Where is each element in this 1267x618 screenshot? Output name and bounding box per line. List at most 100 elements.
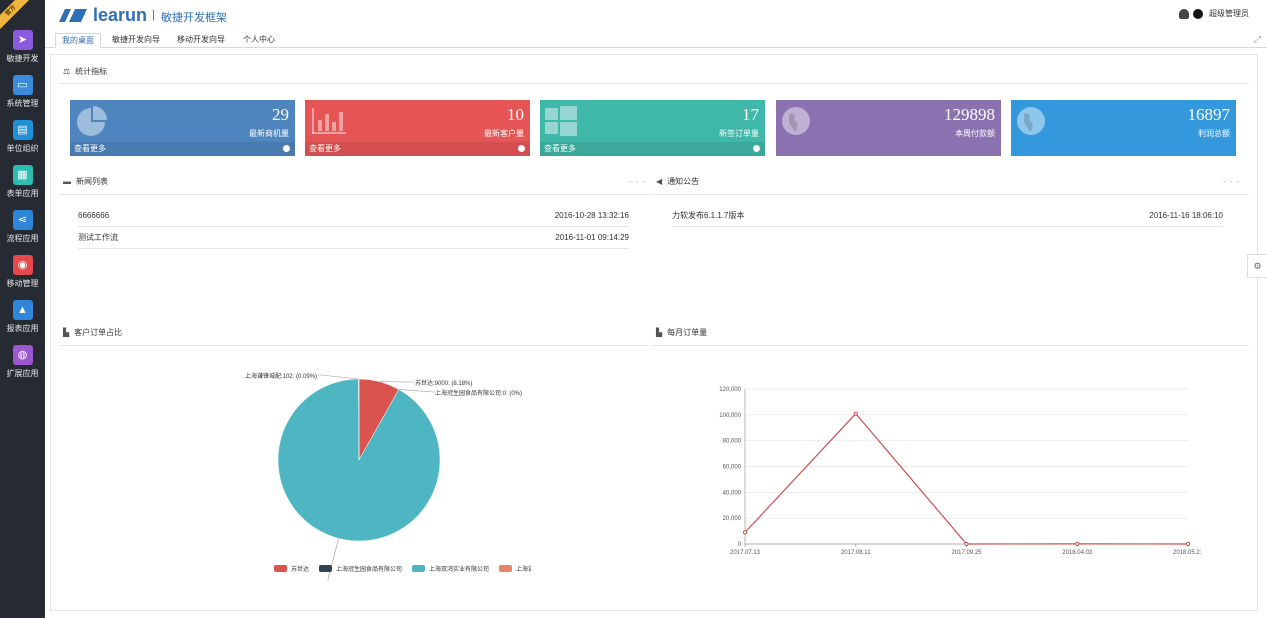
legend-swatch[interactable]	[412, 565, 425, 572]
monitor-icon[interactable]: ▭	[12, 75, 33, 95]
expand-icon[interactable]: ⤢	[1254, 34, 1261, 45]
tab-my-desktop[interactable]: 我的桌面	[55, 33, 101, 48]
line-title: 每月订单量	[667, 328, 708, 337]
paper-plane-icon[interactable]: ➤	[12, 30, 33, 50]
table-icon[interactable]: ▦	[12, 165, 33, 185]
sidebar-item[interactable]: ▲ 报表应用	[0, 300, 45, 345]
legend-label[interactable]: 上海冠生园食品有限公司	[336, 565, 402, 573]
news-row-title[interactable]: 6666666	[78, 211, 109, 220]
news-title: 新闻列表	[76, 177, 108, 186]
sidebar-item-label[interactable]: 报表应用	[0, 323, 45, 334]
sidebar-item-label[interactable]: 流程应用	[0, 233, 45, 244]
view-more-link[interactable]: 查看更多	[70, 142, 295, 156]
sidebar-item[interactable]: ◉ 移动管理	[0, 255, 45, 300]
y-tick-label: 0	[738, 542, 742, 548]
view-more-label[interactable]: 查看更多	[74, 144, 106, 153]
area-chart-icon[interactable]: ▲	[12, 300, 33, 320]
sidebar-item[interactable]: ▤ 单位组织	[0, 120, 45, 165]
globe-icon[interactable]: ◍	[12, 345, 33, 365]
arrow-circle-icon[interactable]	[518, 145, 525, 152]
divider	[652, 345, 1249, 346]
android-icon[interactable]: ◉	[12, 255, 33, 275]
bell-icon[interactable]	[1178, 8, 1189, 19]
tab-bar: 我的桌面 敏捷开发向导 移动开发向导 个人中心 ⤢	[45, 32, 1267, 48]
sidebar-item[interactable]: ▭ 系统管理	[0, 75, 45, 120]
sidebar-item-label[interactable]: 敏捷开发	[0, 53, 45, 64]
view-more-label[interactable]: 查看更多	[309, 144, 341, 153]
divider	[59, 83, 1249, 84]
sidebar-item-label[interactable]: 单位组织	[0, 143, 45, 154]
stat-label: 最新客户量	[484, 129, 524, 138]
notice-row-title[interactable]: 力软发布6.1.1.7版本	[672, 211, 744, 220]
legend-swatch[interactable]	[319, 565, 332, 572]
notice-title: 通知公告	[667, 177, 700, 186]
legend-label[interactable]: 上海谦锋城配	[516, 565, 531, 573]
stat-label: 利润总额	[1198, 129, 1230, 138]
divider	[59, 345, 649, 346]
stat-card-orders: 17 新签订单量 查看更多	[540, 100, 765, 156]
divider	[652, 194, 1249, 195]
sidebar-item[interactable]: ◍ 扩展应用	[0, 345, 45, 390]
y-tick-label: 40,000	[723, 490, 742, 496]
gear-icon[interactable]: ⚙	[1253, 261, 1261, 271]
sidebar: 官方 ➤ 敏捷开发 ▭ 系统管理 ▤ 单位组织 ▦ 表单应用 ⋖ 流程应用 ◉ 移动管理 ▲ 报表应用 ◍ 扩…	[0, 0, 45, 618]
legend-swatch[interactable]	[274, 565, 287, 572]
logo-mark-icon	[59, 9, 87, 22]
legend-swatch[interactable]	[499, 565, 512, 572]
legend-item[interactable]: 苏世达	[274, 565, 309, 573]
tab-mobile-dev-wizard[interactable]: 移动开发向导	[171, 33, 231, 48]
pie-leader-line	[398, 389, 436, 393]
sidebar-item-label[interactable]: 移动管理	[0, 278, 45, 289]
user-name[interactable]: 超级管理员	[1209, 9, 1249, 18]
news-row-time: 2016-11-01 09:14:29	[555, 233, 629, 242]
sidebar-item[interactable]: ➤ 敏捷开发	[0, 30, 45, 75]
notice-row[interactable]: 力软发布6.1.1.7版本 2016-11-16 18:06:10	[672, 205, 1223, 227]
legend-item[interactable]: 上海双鸿实业有限公司	[412, 565, 489, 573]
user-menu[interactable]: 超级管理员	[1178, 8, 1249, 19]
legend-label[interactable]: 上海双鸿实业有限公司	[429, 565, 489, 573]
sidebar-item-label[interactable]: 扩展应用	[0, 368, 45, 379]
news-row-title[interactable]: 测试工作流	[78, 233, 118, 242]
arrow-circle-icon[interactable]	[283, 145, 290, 152]
view-more-link[interactable]: 查看更多	[305, 142, 530, 156]
stat-value: 29	[272, 105, 289, 124]
sidebar-item[interactable]: ⋖ 流程应用	[0, 210, 45, 255]
official-ribbon: 官方	[0, 0, 33, 33]
arrow-circle-icon[interactable]	[753, 145, 760, 152]
news-row[interactable]: 测试工作流 2016-11-01 09:14:29	[78, 227, 629, 249]
share-icon[interactable]: ⋖	[12, 210, 33, 230]
sidebar-item[interactable]: ▦ 表单应用	[0, 165, 45, 210]
bar-chart-icon	[312, 108, 346, 134]
legend-label[interactable]: 苏世达	[291, 565, 309, 573]
data-point[interactable]	[853, 411, 858, 416]
scale-icon: ⚖	[63, 67, 71, 76]
stat-label: 最新商机量	[249, 129, 289, 138]
bar-chart-icon: ▙	[63, 328, 70, 337]
windows-icon	[545, 106, 577, 136]
newspaper-icon: ▬	[63, 177, 71, 186]
id-card-icon[interactable]: ▤	[12, 120, 33, 140]
view-more-label[interactable]: 查看更多	[544, 144, 576, 153]
data-point[interactable]	[964, 541, 969, 547]
tab-personal-center[interactable]: 个人中心	[237, 33, 281, 48]
legend-item[interactable]: 上海冠生园食品有限公司	[319, 565, 402, 573]
data-point[interactable]	[1185, 541, 1191, 547]
legend-item[interactable]: 上海谦锋城配	[499, 565, 531, 573]
stat-card-weekly-payment: 129898 本周付款额	[776, 100, 1001, 156]
x-tick-label: 2018.04.03	[1062, 550, 1093, 556]
avatar[interactable]	[1192, 8, 1203, 19]
data-point[interactable]	[742, 530, 748, 535]
notice-more-button[interactable]: - - -	[1223, 177, 1240, 186]
sidebar-item-label[interactable]: 系统管理	[0, 98, 45, 109]
y-tick-label: 60,000	[723, 465, 742, 471]
settings-gear-button[interactable]: ⚙	[1247, 254, 1267, 278]
data-point[interactable]	[1075, 541, 1080, 546]
stat-card-customers: 10 最新客户量 查看更多	[305, 100, 530, 156]
news-more-button[interactable]: - - -	[629, 177, 646, 186]
news-row[interactable]: 6666666 2016-10-28 13:32:16	[78, 205, 629, 227]
tab-agile-dev-wizard[interactable]: 敏捷开发向导	[106, 33, 166, 48]
view-more-link[interactable]: 查看更多	[540, 142, 765, 156]
x-tick-label: 2017.09.25	[951, 550, 982, 556]
sidebar-item-label[interactable]: 表单应用	[0, 188, 45, 199]
stat-value: 16897	[1187, 105, 1231, 124]
